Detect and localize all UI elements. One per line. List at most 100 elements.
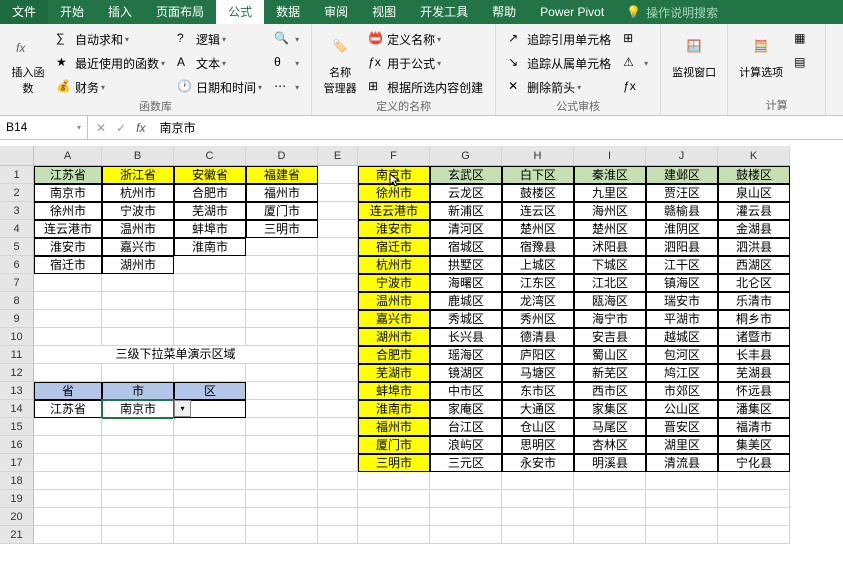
cell[interactable]: [174, 508, 246, 526]
cell[interactable]: 厦门市: [246, 202, 318, 220]
cell[interactable]: 贾汪区: [646, 184, 718, 202]
cell[interactable]: [430, 490, 502, 508]
cell[interactable]: 杏林区: [574, 436, 646, 454]
cell[interactable]: 集美区: [718, 436, 790, 454]
cell[interactable]: [34, 274, 102, 292]
cell[interactable]: 宁化县: [718, 454, 790, 472]
cell[interactable]: [318, 238, 358, 256]
row-header-15[interactable]: 15: [0, 418, 34, 436]
error-checking-button[interactable]: ⚠▾: [619, 52, 652, 74]
cell[interactable]: [318, 418, 358, 436]
cell[interactable]: 包河区: [646, 346, 718, 364]
cell[interactable]: 瓯海区: [574, 292, 646, 310]
cell[interactable]: 嘉兴市: [358, 310, 430, 328]
cell[interactable]: 长丰县: [718, 346, 790, 364]
cell[interactable]: [246, 418, 318, 436]
cell[interactable]: [102, 328, 174, 346]
cell[interactable]: 安徽省: [174, 166, 246, 184]
datetime-button[interactable]: 🕐日期和时间▾: [173, 76, 266, 98]
trace-precedents-button[interactable]: ↗追踪引用单元格: [504, 28, 615, 50]
cell[interactable]: [318, 490, 358, 508]
column-header-C[interactable]: C: [174, 146, 246, 166]
cell[interactable]: [174, 418, 246, 436]
cell[interactable]: [574, 526, 646, 544]
cell[interactable]: 连云港市: [34, 220, 102, 238]
cell[interactable]: 海曙区: [430, 274, 502, 292]
cell[interactable]: [34, 310, 102, 328]
cell[interactable]: [174, 472, 246, 490]
cell[interactable]: 瑞安市: [646, 292, 718, 310]
row-header-16[interactable]: 16: [0, 436, 34, 454]
cell[interactable]: 西市区: [574, 382, 646, 400]
cell[interactable]: [246, 274, 318, 292]
cell[interactable]: 芜湖市: [358, 364, 430, 382]
cell[interactable]: 台江区: [430, 418, 502, 436]
calc-sheet-button[interactable]: ▤: [790, 52, 817, 74]
cell[interactable]: 淮南市: [174, 238, 246, 256]
cell[interactable]: 马塘区: [502, 364, 574, 382]
row-header-14[interactable]: 14: [0, 400, 34, 418]
cell[interactable]: 新浦区: [430, 202, 502, 220]
cell[interactable]: [318, 526, 358, 544]
cell[interactable]: 淮安市: [34, 238, 102, 256]
cell[interactable]: 瑶海区: [430, 346, 502, 364]
cell[interactable]: 泗洪县: [718, 238, 790, 256]
cell[interactable]: [246, 292, 318, 310]
cell[interactable]: [102, 274, 174, 292]
cell[interactable]: 楚州区: [574, 220, 646, 238]
cell[interactable]: 江北区: [574, 274, 646, 292]
cell[interactable]: 仓山区: [502, 418, 574, 436]
cell[interactable]: 东市区: [502, 382, 574, 400]
tab-formula[interactable]: 公式: [216, 0, 264, 24]
cell[interactable]: [246, 382, 318, 400]
cell[interactable]: [174, 256, 246, 274]
cell[interactable]: [174, 274, 246, 292]
cell[interactable]: [574, 490, 646, 508]
cell[interactable]: 杭州市: [102, 184, 174, 202]
row-header-5[interactable]: 5: [0, 238, 34, 256]
cell[interactable]: [646, 472, 718, 490]
row-header-1[interactable]: 1: [0, 166, 34, 184]
cell[interactable]: [246, 436, 318, 454]
cell[interactable]: [34, 436, 102, 454]
cell[interactable]: 龙湾区: [502, 292, 574, 310]
cell[interactable]: 湖州市: [358, 328, 430, 346]
cell[interactable]: [246, 508, 318, 526]
name-box[interactable]: B14 ▾: [0, 116, 88, 140]
cell[interactable]: [430, 526, 502, 544]
trace-dependents-button[interactable]: ↘追踪从属单元格: [504, 52, 615, 74]
cell[interactable]: 温州市: [102, 220, 174, 238]
cell[interactable]: [718, 490, 790, 508]
cell[interactable]: 鼓楼区: [502, 184, 574, 202]
cell[interactable]: 徐州市: [358, 184, 430, 202]
cell[interactable]: [246, 256, 318, 274]
row-header-4[interactable]: 4: [0, 220, 34, 238]
cell[interactable]: 晋安区: [646, 418, 718, 436]
cell[interactable]: [34, 526, 102, 544]
cell[interactable]: 市郊区: [646, 382, 718, 400]
row-header-13[interactable]: 13: [0, 382, 34, 400]
formula-bar[interactable]: 南京市: [153, 119, 843, 136]
tab-data[interactable]: 数据: [264, 0, 312, 24]
cell[interactable]: 诸暨市: [718, 328, 790, 346]
row-header-8[interactable]: 8: [0, 292, 34, 310]
cell[interactable]: [318, 220, 358, 238]
cell[interactable]: 南京市: [34, 184, 102, 202]
column-header-E[interactable]: E: [318, 146, 358, 166]
cell[interactable]: 芜湖县: [718, 364, 790, 382]
cell[interactable]: [318, 382, 358, 400]
cell[interactable]: 乐清市: [718, 292, 790, 310]
cell[interactable]: 区: [174, 382, 246, 400]
row-header-21[interactable]: 21: [0, 526, 34, 544]
cell[interactable]: [358, 508, 430, 526]
recent-functions-button[interactable]: ★最近使用的函数▾: [52, 52, 169, 74]
financial-button[interactable]: 💰财务▾: [52, 76, 169, 98]
row-header-10[interactable]: 10: [0, 328, 34, 346]
cell[interactable]: 省: [34, 382, 102, 400]
cell[interactable]: [502, 472, 574, 490]
cell[interactable]: 拱墅区: [430, 256, 502, 274]
cell[interactable]: 公山区: [646, 400, 718, 418]
cell[interactable]: 楚州区: [502, 220, 574, 238]
cell[interactable]: [246, 310, 318, 328]
cell[interactable]: 宿豫县: [502, 238, 574, 256]
